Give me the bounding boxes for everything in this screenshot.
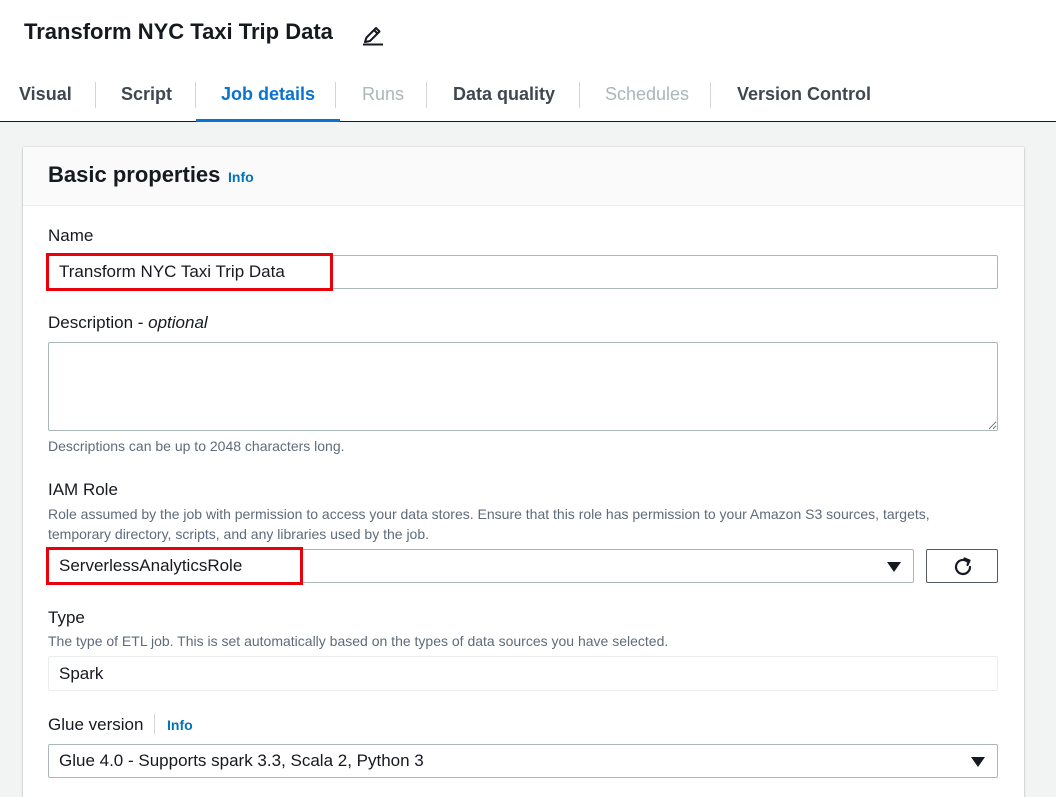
caret-down-icon — [887, 562, 901, 572]
iam-role-help: Role assumed by the job with permission … — [48, 506, 930, 542]
type-value: Spark — [48, 656, 998, 691]
tab-divider — [579, 82, 580, 108]
name-label: Name — [48, 226, 94, 245]
tab-divider — [710, 82, 711, 108]
iam-role-label: IAM Role — [48, 480, 118, 499]
tab-divider — [195, 82, 196, 108]
basic-properties-info-link[interactable]: Info — [228, 169, 254, 185]
tab-data-quality[interactable]: Data quality — [453, 68, 555, 121]
tab-job-details[interactable]: Job details — [195, 68, 341, 122]
iam-role-value: ServerlessAnalyticsRole — [59, 556, 243, 575]
name-input[interactable] — [48, 255, 998, 289]
description-label-text: Description - — [48, 313, 149, 332]
caret-down-icon — [971, 757, 985, 767]
tab-schedules: Schedules — [605, 84, 690, 104]
type-label: Type — [48, 608, 85, 627]
pencil-icon[interactable] — [360, 22, 386, 48]
basic-properties-panel: Basic properties Info — [23, 147, 1024, 797]
description-textarea[interactable] — [48, 342, 998, 431]
tab-bar: Visual Script Job details Runs Data qual… — [0, 68, 1056, 122]
tab-divider — [95, 82, 96, 108]
job-title: Transform NYC Taxi Trip Data — [24, 19, 333, 44]
panel-title: Basic properties — [48, 162, 221, 187]
tab-script[interactable]: Script — [121, 68, 172, 121]
job-header: Transform NYC Taxi Trip Data — [0, 0, 1056, 68]
panel-header: Basic properties Info — [23, 147, 1024, 206]
glue-version-value: Glue 4.0 - Supports spark 3.3, Scala 2, … — [59, 751, 424, 770]
refresh-icon — [954, 557, 972, 576]
iam-role-select[interactable]: ServerlessAnalyticsRole — [48, 549, 914, 583]
glue-version-label: Glue version — [48, 715, 144, 734]
tab-divider — [335, 82, 336, 108]
label-divider — [154, 714, 155, 734]
tab-version-control[interactable]: Version Control — [737, 68, 871, 121]
description-label: Description - optional — [48, 312, 208, 334]
optional-label: optional — [148, 313, 208, 332]
glue-version-info-link[interactable]: Info — [167, 717, 193, 733]
type-help: The type of ETL job. This is set automat… — [48, 633, 669, 649]
tab-visual[interactable]: Visual — [19, 68, 72, 121]
glue-version-select[interactable]: Glue 4.0 - Supports spark 3.3, Scala 2, … — [48, 744, 998, 778]
refresh-button[interactable] — [926, 549, 998, 583]
tab-divider — [426, 82, 427, 108]
tab-runs: Runs — [362, 84, 405, 104]
description-help: Descriptions can be up to 2048 character… — [48, 438, 345, 454]
